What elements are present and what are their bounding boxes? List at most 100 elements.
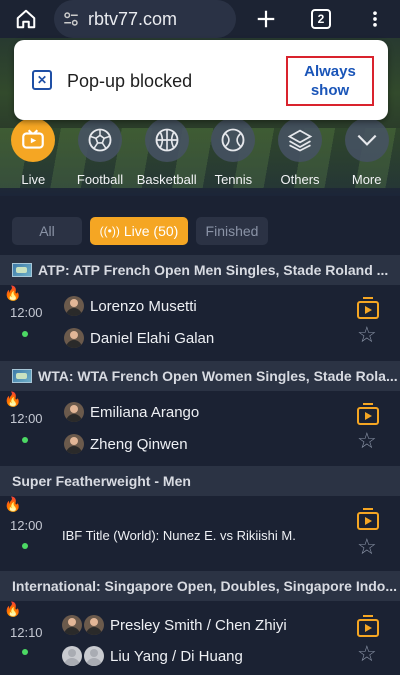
player-name: Lorenzo Musetti <box>90 297 197 315</box>
sport-label: Tennis <box>214 172 253 187</box>
world-flag-icon <box>12 263 32 277</box>
team-away: Liu Yang / Di Huang <box>62 646 243 666</box>
fire-icon: 🔥 <box>4 285 22 301</box>
favorite-star-icon[interactable]: ☆ <box>357 643 377 665</box>
address-bar[interactable]: rbtv77.com <box>54 0 236 38</box>
fire-icon: 🔥 <box>4 496 22 512</box>
sport-basketball[interactable]: Basketball <box>133 118 200 196</box>
football-icon <box>78 118 122 162</box>
new-tab-button[interactable] <box>248 1 284 37</box>
popup-message: Pop-up blocked <box>67 71 193 91</box>
player-avatar <box>62 646 82 666</box>
player-avatar <box>64 328 84 348</box>
fire-icon: 🔥 <box>4 391 22 407</box>
live-stream-icon[interactable] <box>357 403 379 425</box>
match-row[interactable]: 🔥 12:00 Emiliana Arango Zheng Qinwen ☆ <box>0 391 400 463</box>
sport-tennis[interactable]: Tennis <box>200 118 267 196</box>
tab-switcher-button[interactable]: 2 <box>303 1 339 37</box>
match-row[interactable]: 🔥 12:00 Lorenzo Musetti Daniel Elahi Gal… <box>0 285 400 357</box>
sport-label: Live <box>21 172 46 187</box>
sport-category-row: Live Football Basketball Tennis Others M… <box>0 118 400 196</box>
live-broadcast-icon: ((•)) <box>99 224 120 238</box>
player-away: Zheng Qinwen <box>64 434 188 454</box>
player-avatar <box>84 615 104 635</box>
team-name: Liu Yang / Di Huang <box>110 647 243 665</box>
league-header[interactable]: International: Singapore Open, Doubles, … <box>0 571 400 601</box>
live-stream-icon[interactable] <box>357 297 379 319</box>
chevron-down-icon <box>344 118 389 162</box>
player-avatar <box>64 434 84 454</box>
team-home: Presley Smith / Chen Zhiyi <box>62 615 287 635</box>
live-status-dot <box>22 649 28 655</box>
league-header[interactable]: WTA: WTA French Open Women Singles, Stad… <box>0 361 400 391</box>
tab-label: All <box>39 223 55 239</box>
match-row[interactable]: 🔥 12:00 IBF Title (World): Nunez E. vs R… <box>0 496 400 568</box>
tab-live[interactable]: ((•)) Live (50) <box>90 217 188 245</box>
league-title: WTA: WTA French Open Women Singles, Stad… <box>38 368 398 384</box>
plus-icon <box>257 10 275 28</box>
player-avatar <box>84 646 104 666</box>
player-avatar <box>64 402 84 422</box>
always-show-line2: show <box>310 82 350 99</box>
player-home: Lorenzo Musetti <box>64 296 197 316</box>
team-avatars <box>62 615 106 635</box>
league-header[interactable]: ATP: ATP French Open Men Singles, Stade … <box>0 255 400 285</box>
sport-label: Basketball <box>136 172 197 187</box>
player-name: Zheng Qinwen <box>90 435 188 453</box>
match-filter-tabs: All ((•)) Live (50) Finished <box>12 217 268 245</box>
event-title: IBF Title (World): Nunez E. vs Rikiishi … <box>62 528 296 543</box>
match-time: 12:10 <box>10 625 43 640</box>
match-row[interactable]: 🔥 12:10 Presley Smith / Chen Zhiyi Liu Y… <box>0 601 400 675</box>
sport-label: Others <box>280 172 320 187</box>
tab-label: Finished <box>205 223 259 239</box>
player-name: Emiliana Arango <box>90 403 200 421</box>
sport-more[interactable]: More <box>333 118 400 196</box>
league-header[interactable]: Super Featherweight - Men <box>0 466 400 496</box>
match-time: 12:00 <box>10 305 43 320</box>
browser-toolbar: rbtv77.com 2 <box>0 0 400 38</box>
live-stream-icon[interactable] <box>357 615 379 637</box>
tab-all[interactable]: All <box>12 217 82 245</box>
player-avatar <box>64 296 84 316</box>
favorite-star-icon[interactable]: ☆ <box>357 536 377 558</box>
player-name: Daniel Elahi Galan <box>90 329 215 347</box>
team-avatars <box>62 646 106 666</box>
tab-count: 2 <box>311 9 331 29</box>
sport-label: Football <box>76 172 124 187</box>
sport-label: More <box>351 172 382 187</box>
team-name: Presley Smith / Chen Zhiyi <box>110 616 287 634</box>
tab-finished[interactable]: Finished <box>196 217 268 245</box>
always-show-line1: Always <box>304 63 356 80</box>
sport-live[interactable]: Live <box>0 118 67 196</box>
home-button[interactable] <box>8 1 44 37</box>
layers-icon <box>278 118 323 162</box>
more-vert-icon <box>373 11 377 27</box>
url-text: rbtv77.com <box>88 8 178 29</box>
favorite-star-icon[interactable]: ☆ <box>357 324 377 346</box>
sport-others[interactable]: Others <box>267 118 334 196</box>
menu-button[interactable] <box>357 1 393 37</box>
world-flag-icon <box>12 369 32 383</box>
league-title: ATP: ATP French Open Men Singles, Stade … <box>38 262 389 278</box>
live-status-dot <box>22 437 28 443</box>
sport-football[interactable]: Football <box>67 118 134 196</box>
popup-blocked-icon: ✕ <box>32 70 52 90</box>
fire-icon: 🔥 <box>4 601 22 617</box>
match-time: 12:00 <box>10 518 43 533</box>
popup-blocked-banner: ✕ Pop-up blocked Always show <box>14 40 388 120</box>
always-show-button[interactable]: Always show <box>286 56 374 106</box>
league-title: Super Featherweight - Men <box>12 473 191 489</box>
live-stream-icon[interactable] <box>357 508 379 530</box>
player-home: Emiliana Arango <box>64 402 199 422</box>
basketball-icon <box>144 118 189 162</box>
player-avatar <box>62 615 82 635</box>
favorite-star-icon[interactable]: ☆ <box>357 430 377 452</box>
live-status-dot <box>22 331 28 337</box>
live-tv-icon <box>11 118 56 162</box>
tennis-icon <box>211 118 256 162</box>
league-title: International: Singapore Open, Doubles, … <box>12 578 398 594</box>
tab-label: Live (50) <box>123 223 179 239</box>
match-time: 12:00 <box>10 411 43 426</box>
site-settings-icon[interactable] <box>62 10 80 28</box>
live-status-dot <box>22 543 28 549</box>
